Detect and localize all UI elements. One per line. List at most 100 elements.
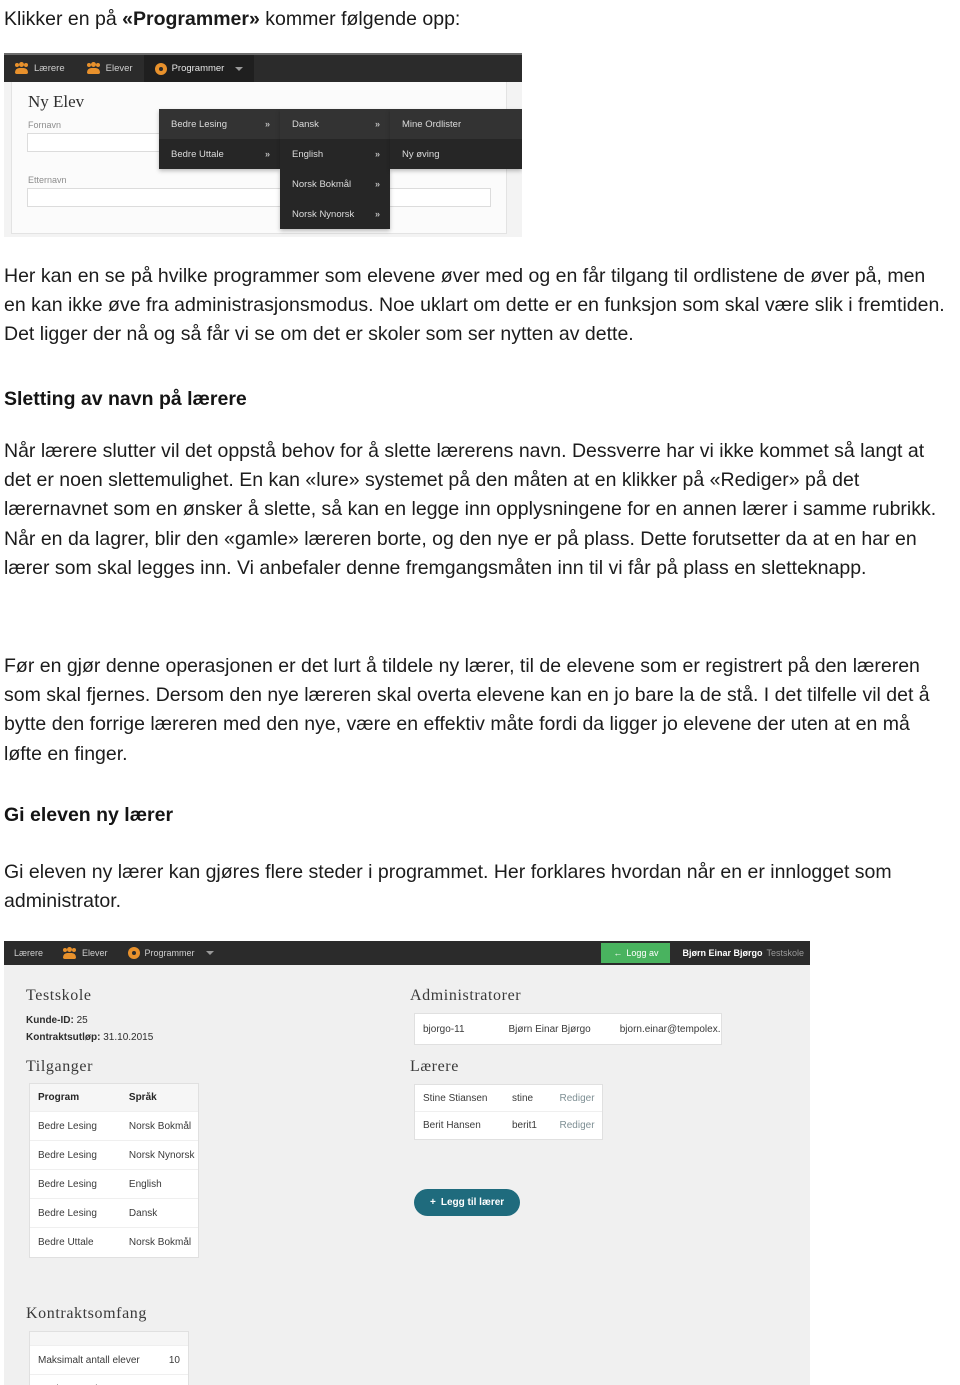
cell-teacher-name: Berit Hansen xyxy=(423,1120,481,1131)
plus-icon: + xyxy=(430,1197,436,1208)
table-header-row xyxy=(30,1332,188,1346)
kunde-id-label: Kunde-ID: xyxy=(26,1015,74,1026)
cell-teacher-name: Stine Stiansen xyxy=(423,1092,488,1104)
table-row[interactable]: bjorgo-11 Bjørn Einar Bjørgo bjorn.einar… xyxy=(415,1014,721,1044)
cell-program: Bedre Uttale xyxy=(38,1237,94,1248)
cell-teacher-username: berit1 xyxy=(511,1120,537,1131)
menu-item-dansk[interactable]: Dansk » xyxy=(280,109,390,139)
nav-item-programmer[interactable]: Programmer xyxy=(143,55,255,82)
section-heading-sletting: Sletting av navn på lærere xyxy=(4,388,247,410)
nav-item-label: Lærere xyxy=(14,948,44,958)
kontraktsomfang-table: Maksimalt antall elever 10 Registrerte e… xyxy=(29,1331,189,1385)
column-header-sprak: Språk xyxy=(128,1092,157,1103)
nav-item-label: Programmer xyxy=(144,948,195,958)
table-header-row: Program Språk xyxy=(30,1084,198,1112)
cell-sprak: Norsk Bokmål xyxy=(128,1120,192,1132)
menu-item-label: Mine Ordlister xyxy=(402,118,462,130)
intro-prefix: Klikker en på xyxy=(4,8,123,30)
cell-program: Bedre Lesing xyxy=(38,1149,97,1161)
menu-item-bedre-lesing[interactable]: Bedre Lesing » xyxy=(159,109,280,139)
nav-item-laerere[interactable]: Lærere xyxy=(4,941,53,965)
program-icon xyxy=(127,947,140,959)
screenshot1-body: Ny Elev Fornavn Etternavn Bedre Lesing »… xyxy=(4,82,522,237)
cell-sprak: English xyxy=(128,1178,162,1190)
nav-item-programmer[interactable]: Programmer xyxy=(118,941,224,965)
nav-item-laerere[interactable]: Lærere xyxy=(4,55,76,82)
menu-item-label: Ny øving xyxy=(402,148,440,160)
people-icon xyxy=(15,62,29,74)
nav-item-label: Lærere xyxy=(34,63,65,74)
cell-teacher-username: stine xyxy=(511,1092,534,1104)
cell-email: bjorn.einar@tempolex.no xyxy=(619,1023,722,1035)
menu-item-bedre-uttale[interactable]: Bedre Uttale » xyxy=(159,139,280,169)
administratorer-title: Administratorer xyxy=(410,987,522,1004)
menu-item-norsk-bokmaal[interactable]: Norsk Bokmål » xyxy=(280,169,390,199)
cell-sprak: Dansk xyxy=(128,1207,158,1219)
paragraph-1: Her kan en se på hvilke programmer som e… xyxy=(4,265,945,346)
etternavn-label: Etternavn xyxy=(28,175,67,185)
menu-item-norsk-nynorsk[interactable]: Norsk Nynorsk » xyxy=(280,199,390,229)
add-teacher-button-wrap: + Legg til lærer xyxy=(414,1189,521,1216)
nav-item-elever[interactable]: Elever xyxy=(76,55,144,82)
school-title: Testskole xyxy=(26,987,92,1004)
table-row: Maksimalt antall elever 10 xyxy=(30,1346,188,1375)
screenshot-programmer-menu: Lærere Elever Programmer Ny Elev Fornavn… xyxy=(4,53,522,237)
page-title: Ny Elev xyxy=(28,92,85,111)
column-header-program: Program xyxy=(38,1092,80,1103)
table-row[interactable]: Bedre Lesing English xyxy=(30,1170,198,1199)
laerere-table: Stine Stiansen stine Rediger Berit Hanse… xyxy=(414,1084,603,1140)
logout-button[interactable]: ← Logg av xyxy=(601,943,671,963)
nav-item-label: Elever xyxy=(82,948,108,958)
chevron-right-icon: » xyxy=(264,119,270,129)
tilganger-title: Tilganger xyxy=(26,1058,94,1075)
chevron-right-icon: » xyxy=(374,209,380,219)
cell-label: Maksimalt antall elever xyxy=(38,1354,140,1366)
cell-program: Bedre Lesing xyxy=(38,1120,97,1132)
paragraph-2: Når lærere slutter vil det oppstå behov … xyxy=(4,440,937,579)
edit-link[interactable]: Rediger xyxy=(552,1093,603,1104)
nav-item-label: Programmer xyxy=(171,63,225,74)
paragraph-4: Gi eleven ny lærer kan gjøres flere sted… xyxy=(4,861,892,913)
cell-program: Bedre Lesing xyxy=(38,1207,97,1219)
menu-item-label: Bedre Uttale xyxy=(171,148,224,160)
intro-suffix: kommer følgende opp: xyxy=(259,8,461,30)
menu-item-label: English xyxy=(292,148,324,160)
table-row[interactable]: Bedre Lesing Dansk xyxy=(30,1199,198,1228)
intro-bold-term: «Programmer» xyxy=(122,8,260,30)
submenu-programs: Bedre Lesing » Bedre Uttale » xyxy=(159,109,280,169)
program-icon xyxy=(154,62,167,75)
current-user-name: Bjørn Einar Bjørgo xyxy=(682,948,763,958)
etternavn-input[interactable] xyxy=(27,188,491,207)
table-row[interactable]: Bedre Lesing Norsk Nynorsk xyxy=(30,1141,198,1170)
kontraktsutlop-value: 31.10.2015 xyxy=(103,1032,154,1043)
document-page: Klikker en på «Programmer» kommer følgen… xyxy=(0,0,960,1385)
chevron-right-icon: » xyxy=(374,149,380,159)
screenshot2-body: Testskole Kunde-ID: 25 Kontraktsutløp: 3… xyxy=(4,965,810,1385)
table-row[interactable]: Berit Hansen berit1 Rediger xyxy=(415,1112,602,1139)
kontraktsutlop-label: Kontraktsutløp: xyxy=(26,1032,101,1043)
edit-link[interactable]: Rediger xyxy=(552,1120,603,1131)
administratorer-table: bjorgo-11 Bjørn Einar Bjørgo bjorn.einar… xyxy=(414,1013,722,1045)
table-row[interactable]: Bedre Lesing Norsk Bokmål xyxy=(30,1112,198,1141)
people-icon xyxy=(86,62,101,74)
add-teacher-button[interactable]: + Legg til lærer xyxy=(414,1189,521,1216)
fornavn-label: Fornavn xyxy=(28,120,62,130)
menu-item-label: Norsk Bokmål xyxy=(292,178,352,190)
chevron-down-icon xyxy=(235,66,244,71)
chevron-down-icon xyxy=(205,951,214,955)
kunde-id-row: Kunde-ID: 25 xyxy=(26,1012,88,1029)
menu-item-mine-ordlister[interactable]: Mine Ordlister xyxy=(390,109,522,139)
cell-sprak: Norsk Nynorsk xyxy=(128,1149,195,1161)
menu-item-ny-oving[interactable]: Ny øving xyxy=(390,139,522,169)
table-row[interactable]: Bedre Uttale Norsk Bokmål xyxy=(30,1228,198,1257)
menu-item-label: Dansk xyxy=(292,118,319,130)
table-row: Registrerte elever 1 xyxy=(30,1375,188,1385)
app-navbar: Lærere Elever Programmer xyxy=(4,55,522,82)
menu-item-english[interactable]: English » xyxy=(280,139,390,169)
nav-item-elever[interactable]: Elever xyxy=(53,941,118,965)
add-teacher-label: Legg til lærer xyxy=(440,1197,505,1208)
intro-paragraph: Klikker en på «Programmer» kommer følgen… xyxy=(4,6,460,33)
table-row[interactable]: Stine Stiansen stine Rediger xyxy=(415,1085,602,1112)
kontraktsutlop-row: Kontraktsutløp: 31.10.2015 xyxy=(26,1029,153,1046)
paragraph-3: Før en gjør denne operasjonen er det lur… xyxy=(4,655,930,765)
